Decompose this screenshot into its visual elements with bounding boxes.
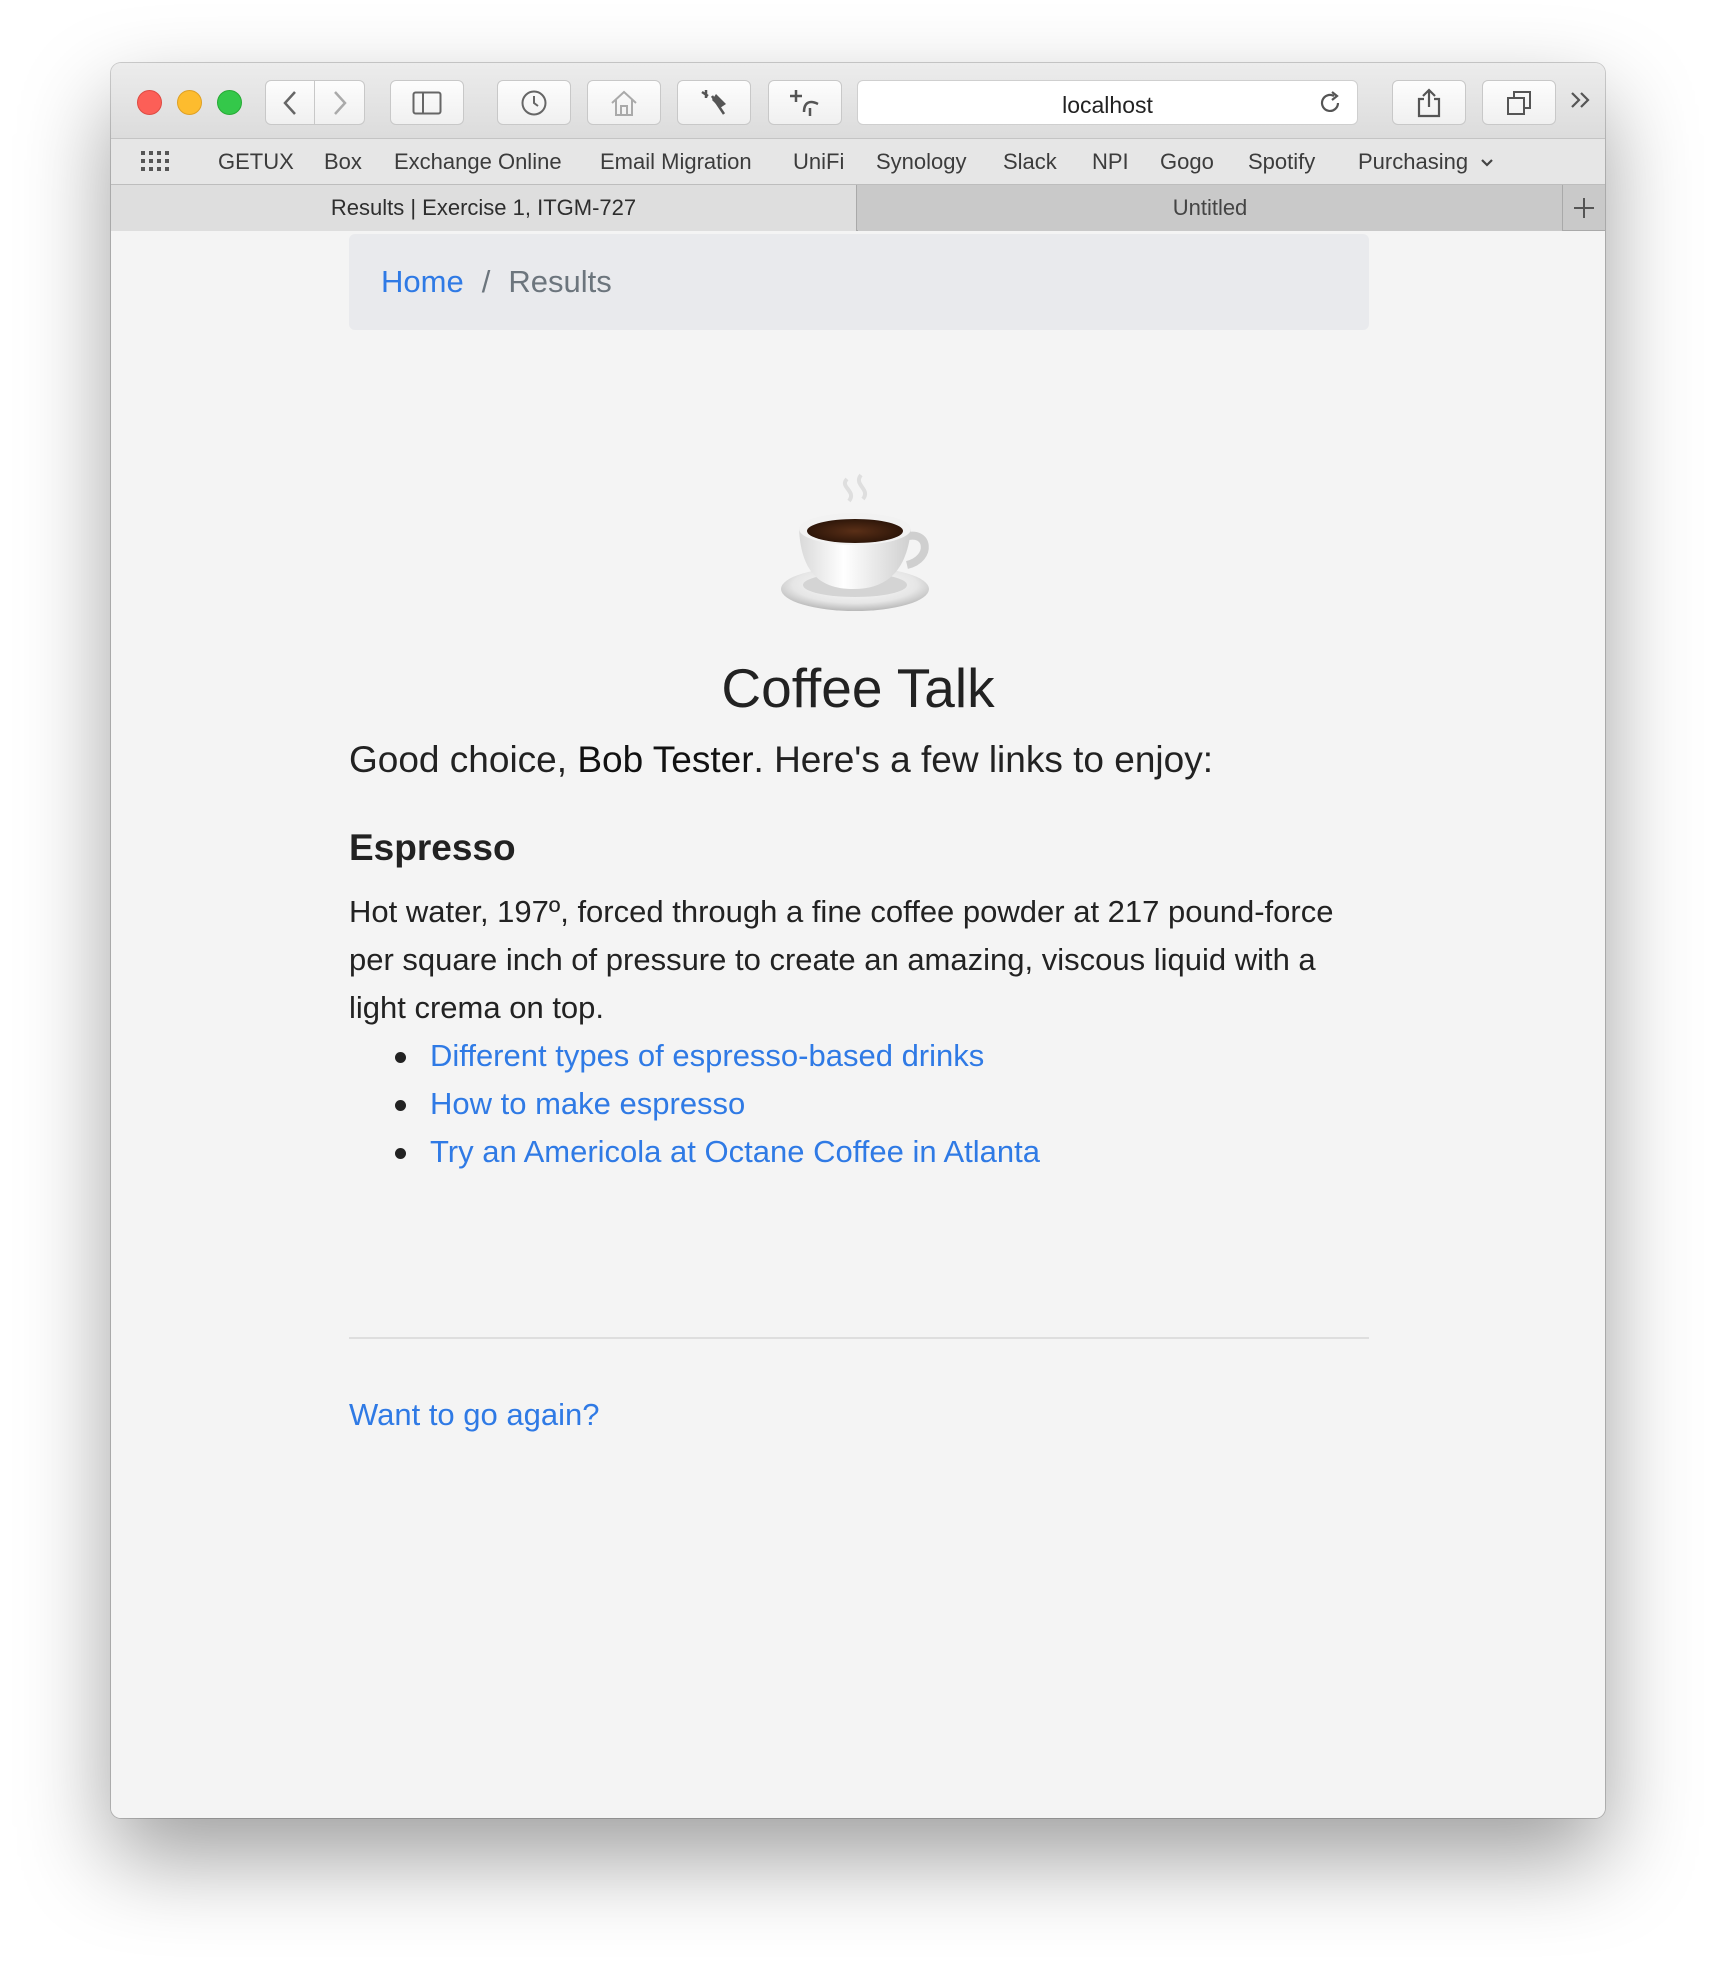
link-americola-octane[interactable]: Try an Americola at Octane Coffee in Atl… (430, 1134, 1040, 1169)
tab-results[interactable]: Results | Exercise 1, ITGM-727 (111, 185, 857, 231)
bookmark-gogo[interactable]: Gogo (1160, 149, 1214, 175)
back-button[interactable] (265, 80, 315, 125)
bookmark-email-migration[interactable]: Email Migration (600, 149, 752, 175)
section-description: Hot water, 197º, forced through a fine c… (349, 894, 1334, 1025)
chevron-down-icon (1481, 159, 1493, 167)
link-list: Different types of espresso-based drinks… (349, 1032, 1040, 1176)
close-window-button[interactable] (137, 90, 162, 115)
bookmark-synology[interactable]: Synology (876, 149, 967, 175)
divider (349, 1337, 1369, 1339)
magic-wand-icon (701, 89, 726, 115)
greeting-prefix: Good choice, (349, 739, 578, 780)
history-button[interactable] (497, 80, 571, 125)
new-tab-button[interactable] (1562, 185, 1605, 231)
toolbar-overflow-button[interactable] (1569, 87, 1593, 118)
greeting-text: Good choice, Bob Tester. Here's a few li… (349, 739, 1213, 781)
share-button[interactable] (1392, 80, 1466, 125)
bookmark-purchasing-label: Purchasing (1358, 149, 1469, 174)
link-espresso-drinks[interactable]: Different types of espresso-based drinks (430, 1038, 984, 1073)
chevron-left-icon (283, 90, 296, 115)
home-icon (611, 90, 637, 116)
bookmark-getux[interactable]: GETUX (218, 149, 294, 175)
breadcrumb-separator: / (481, 264, 491, 299)
zoom-window-button[interactable] (217, 90, 242, 115)
breadcrumb-current: Results (508, 264, 612, 299)
page-title: Coffee Talk (721, 657, 995, 719)
breadcrumb: Home / Results (349, 234, 1369, 330)
browser-toolbar: localhost (111, 63, 1605, 139)
forward-button[interactable] (315, 80, 365, 125)
tabs-icon (1507, 90, 1531, 115)
address-bar[interactable]: localhost (857, 80, 1358, 125)
user-name: Bob Tester (577, 739, 754, 780)
clock-icon (521, 90, 547, 115)
list-item: How to make espresso (349, 1080, 1040, 1128)
chevron-right-icon (333, 90, 347, 115)
bookmark-box[interactable]: Box (324, 149, 362, 175)
home-button[interactable] (587, 80, 661, 125)
section-title: Espresso (349, 827, 516, 868)
share-icon (1417, 87, 1441, 117)
tabs-overview-button[interactable] (1482, 80, 1556, 125)
bookmark-exchange-online[interactable]: Exchange Online (394, 149, 562, 175)
url-text: localhost (1062, 92, 1153, 118)
apps-grid-icon[interactable] (141, 151, 171, 173)
bookmark-npi[interactable]: NPI (1092, 149, 1129, 175)
double-chevron-right-icon (1571, 92, 1590, 108)
bookmarks-bar: GETUX Box Exchange Online Email Migratio… (111, 139, 1605, 185)
plus-icon (1574, 198, 1594, 218)
reload-icon[interactable] (1317, 90, 1343, 116)
sidebar-icon (412, 91, 442, 114)
sidebar-button[interactable] (390, 80, 464, 125)
minimize-window-button[interactable] (177, 90, 202, 115)
breadcrumb-home-link[interactable]: Home (381, 264, 464, 300)
tab-untitled[interactable]: Untitled (858, 185, 1562, 231)
extension-button-2[interactable] (768, 80, 842, 125)
coffee-cup-icon (781, 473, 929, 611)
bookmark-unifi[interactable]: UniFi (793, 149, 844, 175)
go-again-link[interactable]: Want to go again? (349, 1397, 599, 1433)
bookmark-slack[interactable]: Slack (1003, 149, 1057, 175)
tab-bar: Results | Exercise 1, ITGM-727 Untitled (111, 185, 1605, 231)
add-bookmark-icon (790, 89, 819, 116)
bookmark-purchasing-folder[interactable]: Purchasing (1358, 149, 1494, 175)
extension-button-1[interactable] (677, 80, 751, 125)
browser-window: localhost GETUX Box Exchange Online Emai… (111, 63, 1605, 1818)
bookmark-spotify[interactable]: Spotify (1248, 149, 1315, 175)
list-item: Try an Americola at Octane Coffee in Atl… (349, 1128, 1040, 1176)
list-item: Different types of espresso-based drinks (349, 1032, 1040, 1080)
link-make-espresso[interactable]: How to make espresso (430, 1086, 745, 1121)
greeting-suffix: . Here's a few links to enjoy: (753, 739, 1213, 780)
page-content: Home / Results Coffee Talk Good choice, … (111, 232, 1605, 1818)
